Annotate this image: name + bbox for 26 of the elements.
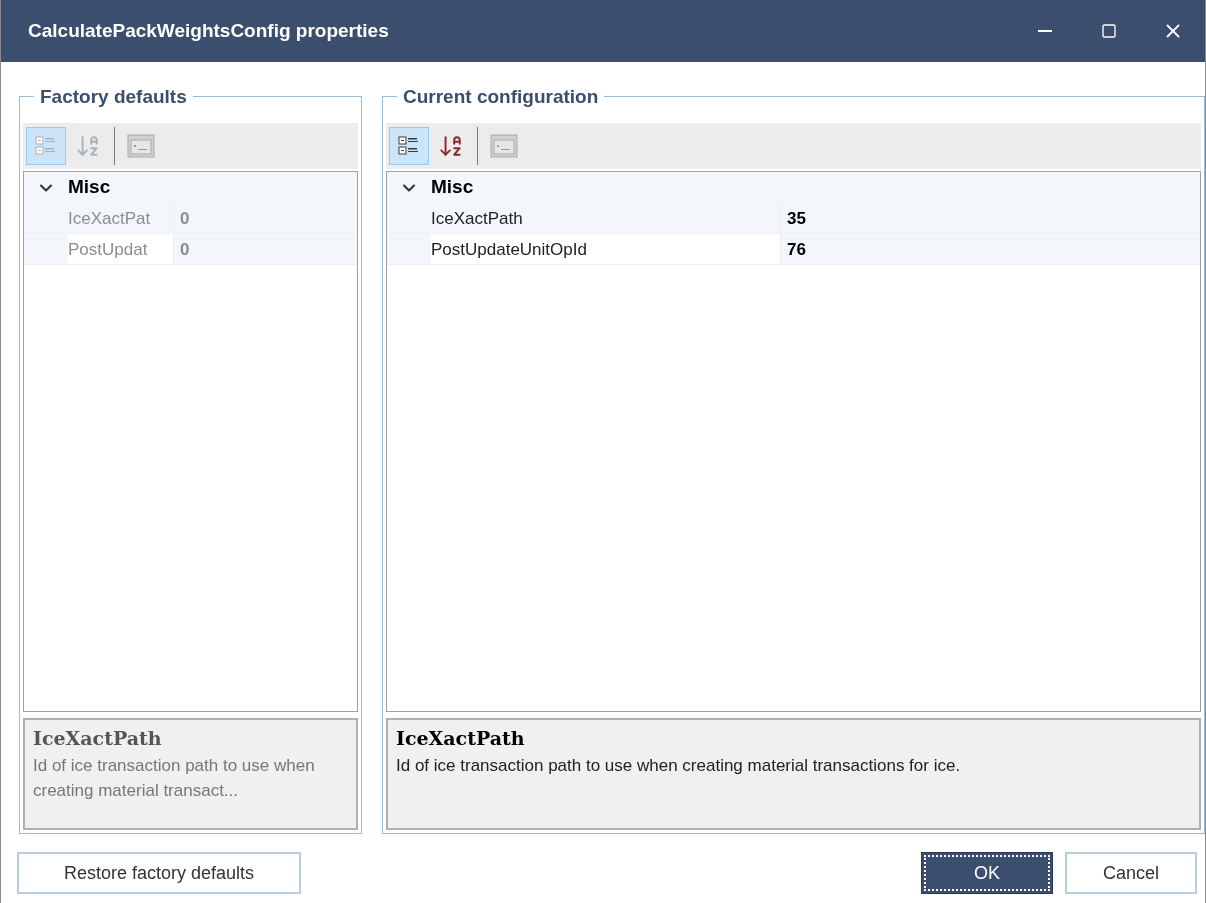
description-text: Id of ice transaction path to use when creating material transactions for ice. [396, 754, 962, 777]
category-label: Misc [68, 175, 111, 200]
maximize-icon [1101, 23, 1117, 39]
property-value[interactable]: 76 [781, 234, 806, 264]
dialog-button[interactable]: Restore factory defaults [17, 852, 301, 894]
sort-az-icon [438, 133, 464, 159]
minimize-icon [1038, 30, 1052, 32]
property-name[interactable]: PostUpdateUnitOpId [431, 234, 781, 264]
property-name[interactable]: IceXactPath [431, 203, 781, 233]
window-icon [127, 134, 155, 158]
dialog-button[interactable]: Cancel [1065, 852, 1197, 894]
property-value[interactable]: 35 [781, 203, 806, 233]
description-title: IceXactPath [33, 726, 163, 751]
window-icon [490, 134, 518, 158]
property-row[interactable]: IceXactPath 35 [387, 203, 1200, 234]
categorized-icon [35, 135, 57, 157]
description-text: Id of ice transaction path to use when creating material transact... [33, 754, 316, 802]
categorized-icon [398, 135, 420, 157]
window-title: CalculatePackWeightsConfig properties [28, 18, 390, 43]
category-row[interactable]: Misc [387, 172, 1200, 203]
category-label: Misc [431, 175, 474, 200]
property-row[interactable]: PostUpdateUnitOpId 76 [387, 234, 1200, 265]
categorized-button[interactable] [389, 127, 429, 165]
description-title: IceXactPath [396, 726, 526, 751]
dialog-button[interactable]: OK [921, 852, 1053, 894]
sort-az-icon [75, 133, 101, 159]
